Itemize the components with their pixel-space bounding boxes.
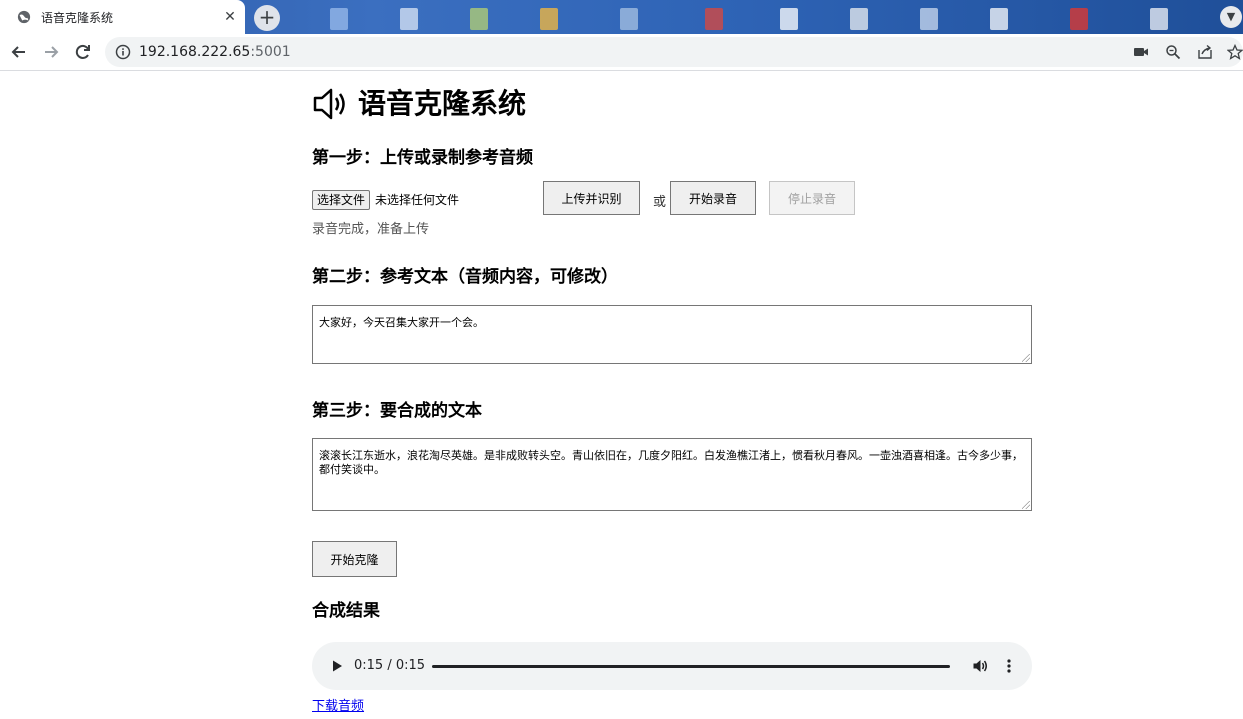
reload-icon[interactable] (73, 42, 93, 62)
speaker-icon (313, 88, 345, 120)
forward-icon[interactable] (41, 42, 61, 62)
audio-time: 0:15 / 0:15 (354, 658, 426, 673)
camera-icon[interactable] (1133, 44, 1149, 60)
download-audio-link[interactable]: 下载音频 (312, 695, 364, 714)
desktop-icon (1070, 8, 1088, 30)
desktop-icon (850, 8, 868, 30)
reference-text: 大家好，今天召集大家开一个会。 (319, 316, 484, 329)
url-text: 192.168.222.65:5001 (139, 44, 291, 60)
address-bar[interactable]: 192.168.222.65:5001 (105, 37, 1243, 67)
close-icon[interactable]: ✕ (221, 8, 239, 26)
desktop-icon (540, 8, 558, 30)
choose-file-button[interactable]: 选择文件 (312, 190, 371, 210)
star-icon[interactable] (1227, 44, 1243, 60)
step2-heading: 第二步：参考文本（音频内容，可修改） (312, 267, 618, 287)
zoom-icon[interactable] (1165, 44, 1181, 60)
desktop-icon (330, 8, 348, 30)
resize-handle[interactable] (1022, 354, 1030, 362)
resize-handle[interactable] (1022, 501, 1030, 509)
desktop-icon (470, 8, 488, 30)
start-clone-button[interactable]: 开始克隆 (312, 541, 397, 577)
or-text: 或 (653, 195, 667, 210)
share-icon[interactable] (1197, 44, 1213, 60)
file-status: 未选择任何文件 (375, 193, 460, 207)
desktop-icon (705, 8, 723, 30)
synthesis-text-area[interactable]: 滚滚长江东逝水，浪花淘尽英雄。是非成败转头空。青山依旧在，几度夕阳红。白发渔樵江… (312, 438, 1032, 511)
play-icon[interactable] (330, 659, 344, 673)
desktop-icon (1150, 8, 1168, 30)
audio-player[interactable]: 0:15 / 0:15 (312, 642, 1032, 690)
active-tab[interactable]: 语音克隆系统 ✕ (0, 0, 245, 34)
synthesis-text: 滚滚长江东逝水，浪花淘尽英雄。是非成败转头空。青山依旧在，几度夕阳红。白发渔樵江… (319, 449, 1023, 476)
new-tab-button[interactable]: + (254, 5, 280, 31)
audio-progress-bar[interactable] (432, 665, 950, 668)
browser-toolbar: 192.168.222.65:5001 (0, 34, 1243, 71)
desktop-icon (620, 8, 638, 30)
stop-record-button[interactable]: 停止录音 (769, 181, 855, 215)
start-record-button[interactable]: 开始录音 (670, 181, 756, 215)
desktop-icon (780, 8, 798, 30)
desktop-icon (400, 8, 418, 30)
upload-recognize-button[interactable]: 上传并识别 (543, 181, 640, 215)
desktop-icon (990, 8, 1008, 30)
more-options-icon[interactable] (1005, 658, 1013, 674)
reference-text-area[interactable]: 大家好，今天召集大家开一个会。 (312, 305, 1032, 364)
step3-heading: 第三步：要合成的文本 (312, 401, 482, 421)
volume-icon[interactable] (972, 658, 988, 674)
chevron-down-icon[interactable]: ▼ (1220, 6, 1242, 28)
globe-icon (17, 10, 31, 24)
record-status: 录音完成，准备上传 (312, 222, 430, 237)
step1-heading: 第一步：上传或录制参考音频 (312, 148, 533, 168)
tab-title: 语音克隆系统 (41, 11, 114, 25)
back-icon[interactable] (9, 42, 29, 62)
tab-strip: 语音克隆系统 ✕ + ▼ (0, 0, 1243, 34)
result-heading: 合成结果 (312, 601, 380, 621)
desktop-icon (920, 8, 938, 30)
info-icon[interactable] (115, 44, 131, 60)
